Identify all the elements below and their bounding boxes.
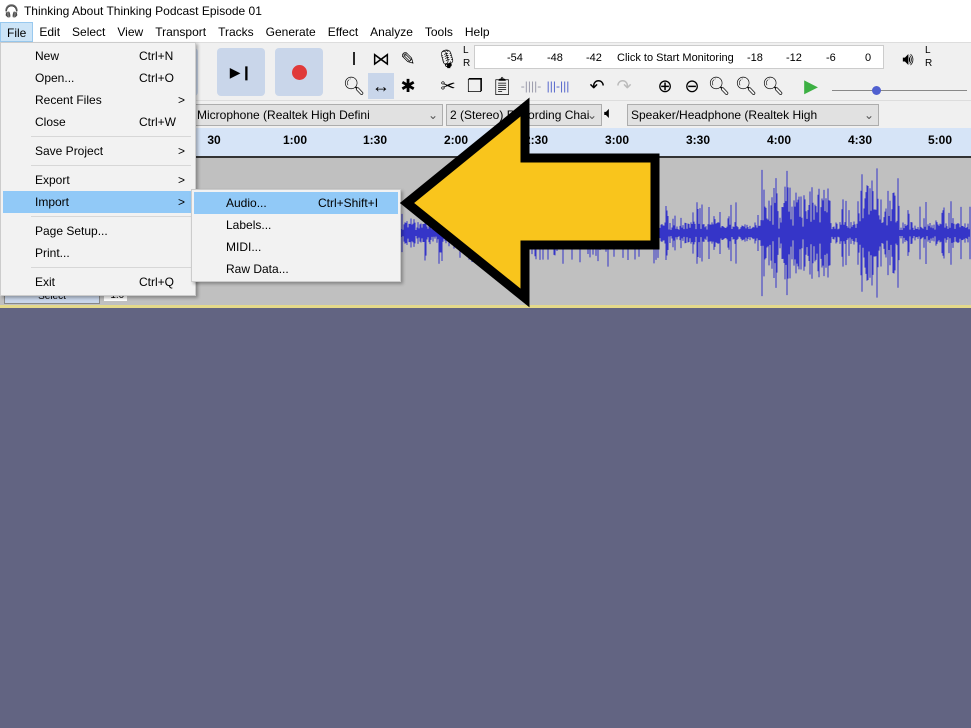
recording-meter[interactable]: -54 -48 -42 Click to Start Monitoring -1… xyxy=(474,45,884,69)
meter-tick: -48 xyxy=(547,52,563,64)
menu-item-close[interactable]: Close Ctrl+W xyxy=(3,111,193,133)
menu-item-new[interactable]: New Ctrl+N xyxy=(3,45,193,67)
zoom-tool-icon[interactable]: 🔍︎ xyxy=(341,73,367,99)
zoom-in-icon[interactable]: ⊕ xyxy=(652,73,678,99)
input-device-value: Microphone (Realtek High Defini xyxy=(197,108,370,122)
playback-meter-right: R xyxy=(925,58,933,69)
menu-item-page-setup[interactable]: Page Setup... xyxy=(3,220,193,242)
redo-icon[interactable]: ↷ xyxy=(611,73,637,99)
menu-item-recent-files[interactable]: Recent Files > xyxy=(3,89,193,111)
meter-right-label: R xyxy=(463,58,471,69)
playback-speed-slider[interactable] xyxy=(832,86,967,95)
channels-select[interactable]: 2 (Stereo) Recording Chai ⌄ xyxy=(446,104,602,126)
chevron-right-icon: > xyxy=(177,144,185,158)
menu-edit[interactable]: Edit xyxy=(33,22,66,42)
file-menu-dropdown: New Ctrl+N Open... Ctrl+O Recent Files > Cl… xyxy=(0,42,196,296)
ruler-label: 3:30 xyxy=(685,133,711,147)
meter-tick: -42 xyxy=(586,52,602,64)
menu-item-import[interactable]: Import > xyxy=(3,191,193,213)
menu-item-open[interactable]: Open... Ctrl+O xyxy=(3,67,193,89)
menu-separator xyxy=(31,136,191,137)
copy-icon[interactable]: ❐ xyxy=(462,73,488,99)
menu-view[interactable]: View xyxy=(111,22,149,42)
title-bar: 🎧 Thinking About Thinking Podcast Episod… xyxy=(0,0,971,22)
chevron-right-icon: > xyxy=(177,195,185,209)
menu-separator xyxy=(31,267,191,268)
channels-value: 2 (Stereo) Recording Chai xyxy=(450,108,590,122)
import-submenu: Audio... Ctrl+Shift+I Labels... MIDI... R… xyxy=(191,189,401,282)
paste-icon[interactable]: 📋︎ xyxy=(489,73,515,99)
ruler-label: 4:00 xyxy=(766,133,792,147)
ruler-label: 4:30 xyxy=(847,133,873,147)
menu-item-import-labels[interactable]: Labels... xyxy=(194,214,398,236)
menu-item-import-raw-data[interactable]: Raw Data... xyxy=(194,258,398,280)
menu-bar: File Edit Select View Transport Tracks G… xyxy=(0,22,971,42)
menu-separator xyxy=(31,165,191,166)
monitoring-prompt[interactable]: Click to Start Monitoring xyxy=(617,52,734,64)
meter-tick: -6 xyxy=(826,52,836,64)
ruler-label: 5:00 xyxy=(927,133,953,147)
menu-transport[interactable]: Transport xyxy=(149,22,212,42)
cut-icon[interactable]: ✂ xyxy=(435,73,461,99)
trim-icon[interactable]: -||||- xyxy=(518,73,544,99)
speaker-icon[interactable]: 🔊︎ xyxy=(895,46,921,72)
chevron-down-icon: ⌄ xyxy=(586,108,597,122)
chevron-down-icon: ⌄ xyxy=(863,108,874,122)
input-device-select[interactable]: Microphone (Realtek High Defini ⌄ xyxy=(193,104,443,126)
menu-file[interactable]: File xyxy=(0,22,34,42)
menu-effect[interactable]: Effect xyxy=(322,22,364,42)
chevron-right-icon: > xyxy=(177,173,185,187)
menu-item-export[interactable]: Export > xyxy=(3,169,193,191)
chevron-right-icon: > xyxy=(177,93,185,107)
output-device-value: Speaker/Headphone (Realtek High xyxy=(631,108,818,122)
undo-icon[interactable]: ↶ xyxy=(584,73,610,99)
zoom-out-icon[interactable]: ⊖ xyxy=(679,73,705,99)
menu-tracks[interactable]: Tracks xyxy=(212,22,260,42)
record-button[interactable] xyxy=(275,48,323,96)
menu-item-exit[interactable]: Exit Ctrl+Q xyxy=(3,271,193,293)
envelope-tool-icon[interactable]: ⋈ xyxy=(368,46,394,72)
microphone-icon[interactable]: 🎙︎ xyxy=(434,46,460,72)
fit-selection-icon[interactable]: 🔍︎ xyxy=(706,73,732,99)
timeshift-tool-icon[interactable]: ↔ xyxy=(368,73,394,99)
fit-project-icon[interactable]: 🔍︎ xyxy=(733,73,759,99)
meter-tick: 0 xyxy=(865,52,872,64)
menu-analyze[interactable]: Analyze xyxy=(364,22,419,42)
menu-item-save-project[interactable]: Save Project > xyxy=(3,140,193,162)
meter-left-label: L xyxy=(463,45,469,56)
menu-item-import-audio[interactable]: Audio... Ctrl+Shift+I xyxy=(194,192,398,214)
record-icon xyxy=(291,64,307,80)
menu-help[interactable]: Help xyxy=(459,22,496,42)
menu-select[interactable]: Select xyxy=(66,22,111,42)
meter-tick: -12 xyxy=(786,52,802,64)
ruler-label: 2:30 xyxy=(523,133,549,147)
ruler-label: 30 xyxy=(207,133,221,147)
chevron-down-icon: ⌄ xyxy=(427,108,438,122)
multi-tool-icon[interactable]: ✱ xyxy=(395,73,421,99)
window-title: Thinking About Thinking Podcast Episode … xyxy=(23,4,262,18)
output-device-select[interactable]: Speaker/Headphone (Realtek High ⌄ xyxy=(627,104,879,126)
ruler-label: 1:30 xyxy=(362,133,388,147)
silence-icon[interactable]: |||-||| xyxy=(545,73,571,99)
menu-item-import-midi[interactable]: MIDI... xyxy=(194,236,398,258)
ruler-label: 2:00 xyxy=(443,133,469,147)
draw-tool-icon[interactable]: ✎ xyxy=(395,46,421,72)
meter-tick: -18 xyxy=(747,52,763,64)
slider-thumb[interactable] xyxy=(872,86,881,95)
play-at-speed-icon[interactable]: ▶ xyxy=(798,73,824,99)
audacity-logo-icon: 🎧 xyxy=(4,4,19,18)
menu-generate[interactable]: Generate xyxy=(260,22,322,42)
meter-tick: -54 xyxy=(507,52,523,64)
playback-meter-left: L xyxy=(925,45,931,56)
ruler-label: 1:00 xyxy=(282,133,308,147)
menu-item-print[interactable]: Print... xyxy=(3,242,193,264)
skip-end-icon: ▶❙ xyxy=(229,63,253,80)
ruler-label: 3:00 xyxy=(604,133,630,147)
speaker-icon: 🔈︎ xyxy=(604,105,614,122)
menu-tools[interactable]: Tools xyxy=(419,22,459,42)
menu-separator xyxy=(31,216,191,217)
selection-tool-icon[interactable]: I xyxy=(341,46,367,72)
skip-end-button[interactable]: ▶❙ xyxy=(217,48,265,96)
zoom-toggle-icon[interactable]: 🔍︎ xyxy=(760,73,786,99)
